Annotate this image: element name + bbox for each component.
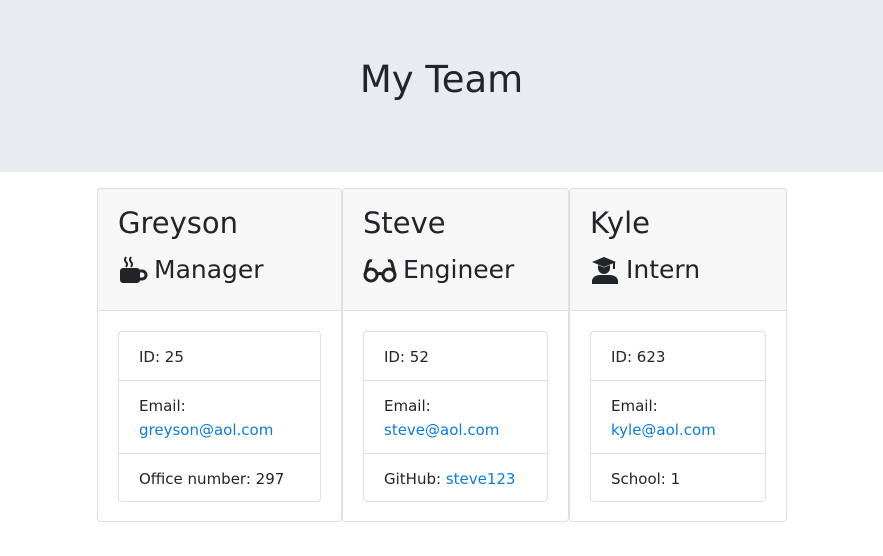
graduate-icon (590, 255, 620, 285)
list-item-school: School: 1 (591, 454, 765, 502)
list-item-email: Email: kyle@aol.com (591, 381, 765, 454)
email-link[interactable]: kyle@aol.com (611, 421, 716, 439)
card-header: Greyson Manager (98, 189, 341, 311)
email-label: Email: (384, 397, 431, 415)
role-label: Intern (626, 255, 701, 284)
id-text: ID: 25 (139, 348, 184, 366)
employee-card-engineer: Steve Engineer ID: 52 Email: steve@aol.c… (342, 188, 569, 522)
card-header: Kyle Intern (570, 189, 786, 311)
employee-role: Manager (118, 252, 264, 288)
employee-card-intern: Kyle Intern ID: 623 Email: kyle@aol.com … (569, 188, 787, 522)
page-title: My Team (359, 58, 524, 101)
school-text: School: 1 (611, 470, 681, 488)
email-link[interactable]: greyson@aol.com (139, 421, 273, 439)
info-list: ID: 25 Email: greyson@aol.com Office num… (118, 331, 321, 502)
list-item-email: Email: steve@aol.com (364, 381, 547, 454)
id-text: ID: 623 (611, 348, 666, 366)
glasses-icon (363, 255, 397, 285)
id-text: ID: 52 (384, 348, 429, 366)
email-label: Email: (611, 397, 658, 415)
office-number-text: Office number: 297 (139, 470, 285, 488)
card-header: Steve Engineer (343, 189, 568, 311)
info-list: ID: 52 Email: steve@aol.com GitHub: stev… (363, 331, 548, 502)
employee-role: Intern (590, 252, 700, 288)
list-item-email: Email: greyson@aol.com (119, 381, 320, 454)
list-item-id: ID: 52 (364, 332, 547, 381)
employee-name: Greyson (118, 206, 238, 240)
list-item-github: GitHub: steve123 (364, 454, 547, 502)
page-header: My Team (0, 0, 883, 172)
employee-name: Kyle (590, 206, 650, 240)
role-label: Manager (154, 255, 264, 284)
list-item-id: ID: 25 (119, 332, 320, 381)
email-link[interactable]: steve@aol.com (384, 421, 499, 439)
github-label: GitHub: (384, 470, 446, 488)
employee-name: Steve (363, 206, 446, 240)
employee-role: Engineer (363, 252, 514, 288)
list-item-id: ID: 623 (591, 332, 765, 381)
github-link[interactable]: steve123 (446, 470, 516, 488)
coffee-mug-icon (118, 255, 148, 285)
info-list: ID: 623 Email: kyle@aol.com School: 1 (590, 331, 766, 502)
list-item-office-number: Office number: 297 (119, 454, 320, 502)
email-label: Email: (139, 397, 186, 415)
role-label: Engineer (403, 255, 515, 284)
employee-card-manager: Greyson Manager ID: 25 Email: greyson@ao… (97, 188, 342, 522)
